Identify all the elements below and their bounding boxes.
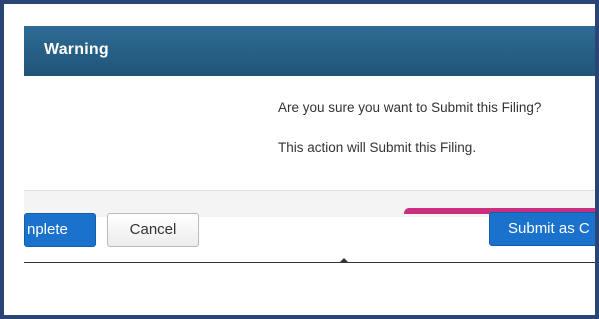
submit-button[interactable]: Submit as C xyxy=(489,212,595,246)
page-divider-line xyxy=(24,262,595,263)
action-description: This action will Submit this Filing. xyxy=(278,140,477,155)
confirmation-message: Are you sure you want to Submit this Fil… xyxy=(278,100,542,115)
cancel-button[interactable]: Cancel xyxy=(107,213,199,247)
dialog-title-bar: Warning › xyxy=(24,26,595,76)
screenshot-frame: Warning › Are you sure you want to Submi… xyxy=(0,0,599,319)
caret-icon xyxy=(340,258,348,262)
dialog-body: Are you sure you want to Submit this Fil… xyxy=(24,76,595,190)
complete-button[interactable]: nplete xyxy=(24,213,96,247)
dialog-title: Warning xyxy=(44,41,109,58)
